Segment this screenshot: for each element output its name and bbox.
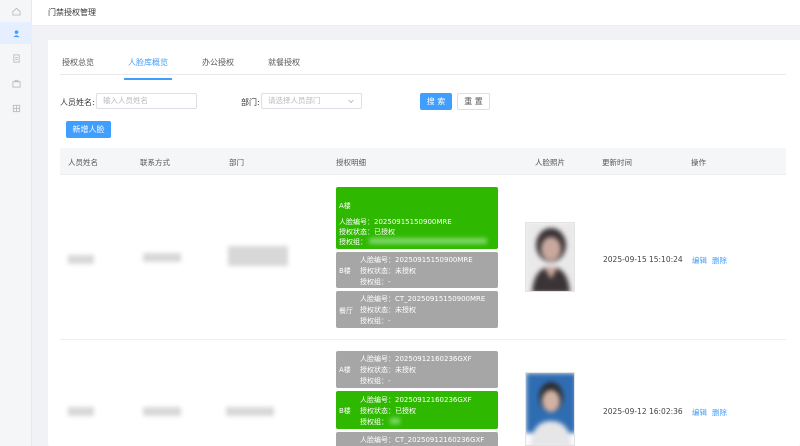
table-header: 人员姓名 联系方式 部门 授权明细 人脸照片 更新时间 操作	[60, 148, 786, 174]
delete-link[interactable]: 删除	[712, 407, 727, 418]
col-face-photo: 人脸照片	[535, 158, 565, 167]
name-filter-label: 人员姓名:	[60, 98, 95, 107]
redacted-name	[68, 255, 94, 264]
face-photo[interactable]	[525, 372, 575, 446]
page-title: 门禁授权管理	[48, 8, 96, 17]
col-name: 人员姓名	[68, 158, 98, 167]
tab-face-library[interactable]: 人脸库概览	[124, 56, 172, 80]
redacted-name	[68, 407, 94, 416]
col-actions: 操作	[691, 158, 706, 167]
auth-state: 授权状态：未授权	[360, 267, 416, 275]
auth-state: 授权状态：已授权	[360, 407, 416, 415]
col-auth-detail: 授权明细	[336, 158, 366, 167]
auth-face-no: 人脸编号：20250912160236GXF	[360, 396, 472, 404]
face-photo[interactable]	[525, 222, 575, 292]
add-face-button[interactable]: 新增人脸	[66, 121, 111, 138]
sidebar-item-home[interactable]	[0, 0, 32, 22]
auth-card-unauthorized: 人脸编号：CT_20250912160236GXF	[336, 432, 498, 446]
briefcase-icon	[11, 79, 21, 88]
updated-time: 2025-09-15 15:10:24	[603, 255, 683, 264]
auth-building: B楼	[339, 267, 351, 275]
auth-group: 授权组：-	[360, 377, 391, 385]
dept-select-placeholder: 请选择人员部门	[268, 96, 321, 105]
tab-dining-auth[interactable]: 就餐授权	[266, 56, 302, 74]
auth-face-no: 人脸编号：CT_20250912160236GXF	[360, 436, 485, 444]
dept-select[interactable]: 请选择人员部门	[261, 93, 362, 109]
redacted-dept	[228, 246, 288, 266]
row-divider	[60, 174, 786, 175]
col-dept: 部门	[229, 158, 244, 167]
redacted-group	[390, 418, 400, 424]
tab-bar: 授权总览 人脸库概览 办公授权 就餐授权	[60, 56, 332, 80]
tab-divider	[60, 74, 786, 75]
auth-state: 授权状态：未授权	[360, 366, 416, 374]
document-icon	[12, 53, 20, 63]
reset-button[interactable]: 重 置	[457, 93, 490, 110]
updated-time: 2025-09-12 16:02:36	[603, 407, 683, 416]
chevron-down-icon	[348, 99, 354, 104]
auth-state: 授权状态：已授权	[339, 228, 395, 236]
redacted-group	[369, 238, 487, 244]
auth-face-no: 人脸编号：20250915150900MRE	[360, 256, 473, 264]
main-panel: 授权总览 人脸库概览 办公授权 就餐授权 人员姓名: 输入人员姓名 部门: 请选…	[48, 40, 800, 446]
auth-group: 授权组：	[339, 238, 367, 246]
auth-card-unauthorized: B楼 人脸编号：20250915150900MRE 授权状态：未授权 授权组：-	[336, 252, 498, 288]
auth-building: B楼	[339, 407, 351, 415]
auth-group: 授权组：	[360, 418, 388, 426]
user-icon	[12, 29, 20, 37]
auth-card-authorized: A楼 人脸编号：20250915150900MRE 授权状态：已授权 授权组：	[336, 187, 498, 249]
dept-filter-label: 部门:	[241, 98, 260, 107]
face-photo-image	[526, 223, 574, 291]
row-divider	[60, 339, 786, 340]
redacted-contact	[143, 253, 181, 262]
top-bar: 门禁授权管理	[32, 0, 800, 26]
auth-card-unauthorized: A楼 人脸编号：20250912160236GXF 授权状态：未授权 授权组：-	[336, 351, 498, 388]
redacted-dept	[226, 407, 274, 416]
sidebar-item-face[interactable]	[0, 22, 32, 44]
auth-card-unauthorized: 餐厅 人脸编号：CT_20250915150900MRE 授权状态：未授权 授权…	[336, 291, 498, 328]
tab-office-auth[interactable]: 办公授权	[200, 56, 236, 74]
auth-face-no: 人脸编号：CT_20250915150900MRE	[360, 295, 486, 303]
col-updated: 更新时间	[602, 158, 632, 167]
search-button[interactable]: 搜 索	[420, 93, 452, 110]
col-contact: 联系方式	[140, 158, 170, 167]
auth-group: 授权组：-	[360, 317, 391, 325]
auth-state: 授权状态：未授权	[360, 306, 416, 314]
auth-building: A楼	[339, 366, 351, 374]
delete-link[interactable]: 删除	[712, 255, 727, 266]
auth-group: 授权组：-	[360, 278, 391, 286]
auth-face-no: 人脸编号：20250912160236GXF	[360, 355, 472, 363]
auth-building: 餐厅	[339, 307, 353, 315]
redacted-contact	[143, 407, 181, 416]
name-input-placeholder: 输入人员姓名	[103, 96, 148, 105]
edit-link[interactable]: 编辑	[692, 255, 707, 266]
sidebar-item-work[interactable]	[0, 72, 32, 94]
name-search-input[interactable]: 输入人员姓名	[96, 93, 197, 109]
grid-icon	[12, 104, 20, 112]
sidebar	[0, 0, 32, 446]
tab-overview[interactable]: 授权总览	[60, 56, 96, 74]
edit-link[interactable]: 编辑	[692, 407, 707, 418]
auth-building: A楼	[339, 202, 351, 210]
face-photo-image	[526, 373, 574, 445]
sidebar-item-docs[interactable]	[0, 47, 32, 69]
sidebar-item-grid[interactable]	[0, 97, 32, 119]
auth-face-no: 人脸编号：20250915150900MRE	[339, 218, 452, 226]
auth-card-authorized: B楼 人脸编号：20250912160236GXF 授权状态：已授权 授权组：	[336, 391, 498, 429]
home-icon	[11, 7, 21, 16]
